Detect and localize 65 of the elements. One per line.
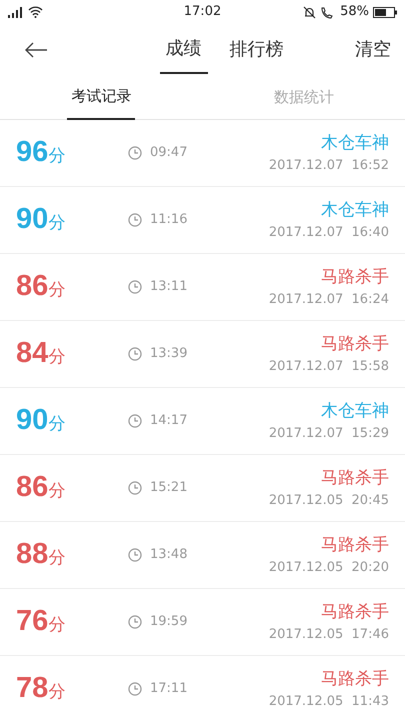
clock-icon <box>128 280 142 294</box>
record-title: 马路杀手 <box>321 466 389 490</box>
score-value: 96 <box>16 136 48 168</box>
battery-icon <box>373 6 397 18</box>
score-value: 76 <box>16 605 48 638</box>
header-tab[interactable]: 排行榜 <box>224 24 290 74</box>
record-title: 木仓车神 <box>321 132 389 154</box>
score-unit: 分 <box>48 146 66 166</box>
duration-text: 19:59 <box>150 613 188 632</box>
duration-text: 11:16 <box>150 211 188 230</box>
score-unit: 分 <box>48 213 66 234</box>
record-date: 2017.12.05 17:46 <box>268 626 389 644</box>
score-value: 86 <box>16 270 48 302</box>
score-value: 86 <box>16 471 48 504</box>
score-unit: 分 <box>48 615 66 636</box>
signal-icon <box>8 6 24 18</box>
duration-text: 13:39 <box>150 345 188 364</box>
duration-text: 13:48 <box>150 546 188 564</box>
clock-icon <box>128 146 142 160</box>
score-unit: 分 <box>48 548 66 568</box>
score-unit: 分 <box>48 347 66 368</box>
score-unit: 分 <box>48 414 66 434</box>
record-title: 马路杀手 <box>321 668 389 690</box>
score-unit: 分 <box>48 682 66 702</box>
record-date: 2017.12.07 15:58 <box>268 358 389 376</box>
record-title: 马路杀手 <box>321 534 389 556</box>
record-date: 2017.12.07 16:24 <box>268 291 389 309</box>
record-title: 马路杀手 <box>321 600 389 624</box>
duration-text: 14:17 <box>150 412 188 430</box>
clock-icon <box>128 682 142 696</box>
record-date: 2017.12.07 16:52 <box>268 157 389 175</box>
duration-text: 17:11 <box>150 680 188 698</box>
record-title: 木仓车神 <box>321 198 389 222</box>
record-date: 2017.12.05 11:43 <box>268 693 389 711</box>
score-value: 88 <box>16 538 48 570</box>
score-unit: 分 <box>48 481 66 502</box>
score-value: 84 <box>16 337 48 370</box>
record-title: 马路杀手 <box>321 266 389 288</box>
record-date: 2017.12.07 15:29 <box>268 425 389 443</box>
record-date: 2017.12.05 20:20 <box>268 559 389 577</box>
duration-text: 15:21 <box>150 479 188 498</box>
bell-off-icon <box>303 6 316 18</box>
clock-icon <box>128 213 142 227</box>
record-title: 马路杀手 <box>321 332 389 356</box>
record-date: 2017.12.07 16:40 <box>268 224 389 242</box>
record-title: 木仓车神 <box>321 400 389 422</box>
clock-icon <box>128 414 142 428</box>
wifi-icon <box>28 6 43 18</box>
status-time: 17:02 <box>182 3 222 22</box>
clock-icon <box>128 481 142 495</box>
score-value: 78 <box>16 672 48 704</box>
sub-tab[interactable]: 考试记录 <box>67 74 136 120</box>
back-icon[interactable] <box>24 42 48 58</box>
score-value: 90 <box>16 404 48 436</box>
score-value: 90 <box>16 203 48 236</box>
clear-button[interactable]: 清空 <box>349 24 397 74</box>
battery-level: 58% <box>340 3 369 22</box>
record-date: 2017.12.05 20:45 <box>268 492 389 510</box>
duration-text: 09:47 <box>150 144 188 162</box>
clock-icon <box>128 615 142 629</box>
clock-icon <box>128 548 142 562</box>
clock-icon <box>128 347 142 361</box>
score-unit: 分 <box>48 280 66 300</box>
duration-text: 13:11 <box>150 278 188 296</box>
header-tab[interactable]: 成绩 <box>160 24 208 74</box>
